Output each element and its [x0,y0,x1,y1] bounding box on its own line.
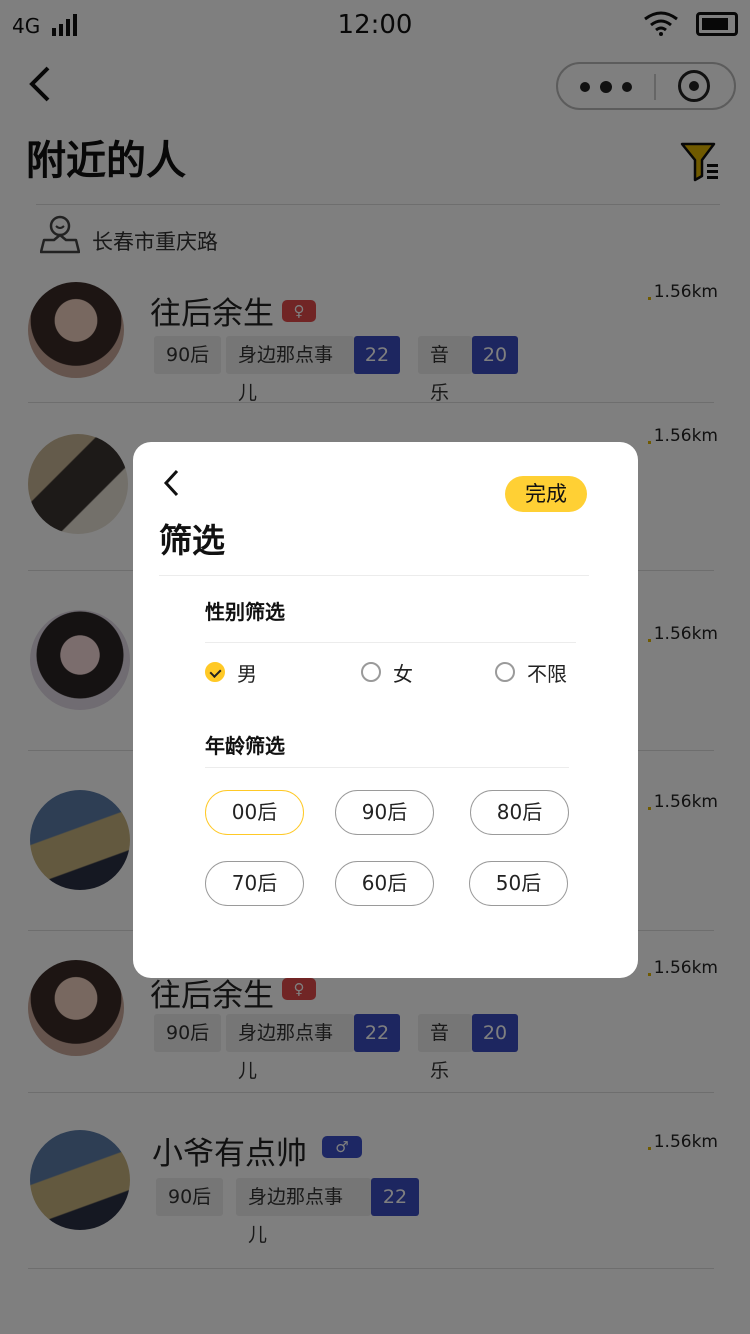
age-option-80[interactable]: 80后 [470,790,569,835]
divider [205,767,569,768]
age-option-50[interactable]: 50后 [469,861,568,906]
age-filter-title: 年龄筛选 [205,734,285,758]
option-label: 男 [237,661,257,686]
age-option-90[interactable]: 90后 [335,790,434,835]
radio-unchecked-icon [361,662,381,682]
divider [159,575,589,576]
age-option-00[interactable]: 00后 [205,790,304,835]
divider [205,642,576,643]
age-option-60[interactable]: 60后 [335,861,434,906]
radio-unchecked-icon [495,662,515,682]
gender-option-female[interactable]: 女 [361,657,413,687]
dialog-title: 筛选 [159,521,225,560]
dialog-back-icon[interactable] [161,468,185,498]
gender-filter-title: 性别筛选 [205,600,285,624]
done-button[interactable]: 完成 [505,476,587,512]
age-option-70[interactable]: 70后 [205,861,304,906]
filter-dialog: 完成 筛选 性别筛选 男 女 不限 年龄筛选 00后 90后 80后 70后 6… [133,442,638,978]
radio-checked-icon [205,662,225,682]
gender-option-male[interactable]: 男 [205,657,257,687]
gender-option-any[interactable]: 不限 [495,657,567,687]
option-label: 女 [393,661,413,686]
option-label: 不限 [527,661,567,686]
